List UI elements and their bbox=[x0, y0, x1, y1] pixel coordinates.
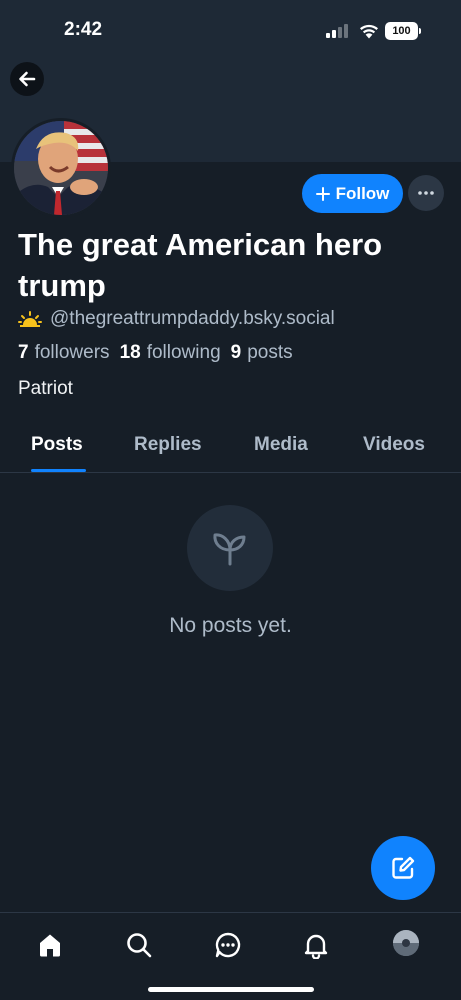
follow-label: Follow bbox=[335, 183, 390, 203]
active-tab-indicator bbox=[31, 469, 86, 472]
stats-row: 7 followers 18 following 9 posts bbox=[18, 340, 303, 366]
status-time: 2:42 bbox=[64, 19, 103, 40]
posts-stat: 9 posts bbox=[231, 342, 293, 364]
battery-tip bbox=[419, 28, 421, 34]
more-horizontal-icon bbox=[418, 191, 434, 195]
display-name: The great American hero trump bbox=[18, 227, 383, 303]
followers-label: followers bbox=[34, 342, 110, 363]
compose-post-button[interactable] bbox=[371, 836, 435, 900]
battery-indicator: 100 bbox=[385, 22, 421, 40]
chat-icon bbox=[215, 932, 241, 958]
nav-notifications[interactable] bbox=[300, 929, 332, 961]
follow-button[interactable]: Follow bbox=[302, 174, 403, 213]
sprout-icon bbox=[213, 533, 246, 566]
empty-state-icon-circle bbox=[187, 505, 273, 591]
home-icon bbox=[40, 934, 60, 957]
nav-profile-avatar[interactable] bbox=[393, 930, 419, 956]
plus-icon bbox=[315, 186, 330, 201]
nav-search[interactable] bbox=[123, 929, 155, 961]
back-button[interactable] bbox=[10, 62, 44, 96]
avatar-photo bbox=[14, 121, 108, 215]
followers-stat[interactable]: 7 followers bbox=[18, 342, 110, 364]
profile-avatar[interactable] bbox=[11, 118, 111, 218]
tab-media[interactable]: Media bbox=[254, 434, 308, 456]
profile-bio: Patriot bbox=[18, 378, 73, 399]
tab-replies[interactable]: Replies bbox=[134, 434, 202, 456]
user-avatar-photo bbox=[393, 930, 419, 956]
nav-chat[interactable] bbox=[212, 929, 244, 961]
following-label: following bbox=[146, 342, 221, 363]
following-count: 18 bbox=[119, 342, 141, 363]
search-icon bbox=[127, 933, 152, 958]
battery-level: 100 bbox=[385, 22, 418, 40]
status-bar: 2:42 100 bbox=[0, 0, 461, 62]
nav-home[interactable] bbox=[34, 929, 66, 961]
followers-count: 7 bbox=[18, 342, 29, 363]
sunrise-emoji-icon bbox=[18, 311, 42, 327]
arrow-left-icon bbox=[19, 71, 36, 87]
posts-count: 9 bbox=[230, 342, 242, 363]
profile-handle[interactable]: @thegreattrumpdaddy.bsky.social bbox=[50, 308, 335, 330]
bottom-navigation bbox=[0, 912, 461, 1000]
wifi-icon bbox=[360, 24, 378, 39]
handle-row: @thegreattrumpdaddy.bsky.social bbox=[18, 307, 335, 331]
cellular-signal-icon bbox=[326, 24, 348, 38]
bell-icon bbox=[304, 934, 328, 959]
empty-state-text: No posts yet. bbox=[169, 614, 292, 637]
following-stat[interactable]: 18 following bbox=[120, 342, 221, 364]
profile-tabs: Posts Replies Media Videos bbox=[0, 420, 461, 473]
compose-icon bbox=[392, 856, 415, 879]
tab-videos[interactable]: Videos bbox=[363, 434, 425, 456]
more-options-button[interactable] bbox=[408, 175, 444, 211]
home-indicator bbox=[148, 987, 314, 992]
tab-posts[interactable]: Posts bbox=[31, 434, 83, 456]
posts-label: posts bbox=[247, 342, 293, 363]
